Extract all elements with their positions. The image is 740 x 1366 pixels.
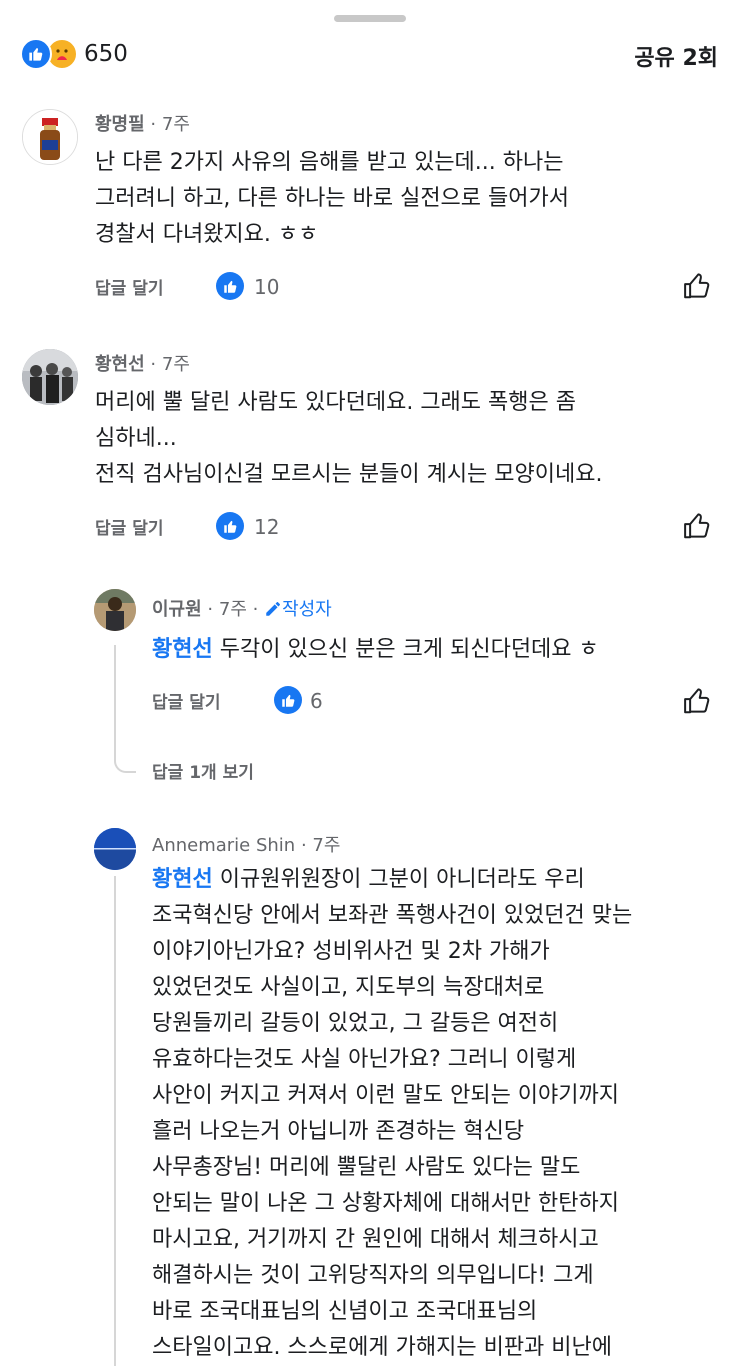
comment-line: 사무총장님! 머리에 뿔달린 사람도 있다는 말도 — [152, 1155, 581, 1180]
comment-meta: 황명필 · 7주 — [95, 110, 190, 136]
sheet-drag-handle[interactable] — [334, 15, 406, 22]
view-more-replies[interactable]: 답글 1개 보기 — [152, 758, 254, 783]
pencil-icon — [266, 602, 281, 616]
comment-line: 바로 조국대표님의 신념이고 조국대표님의 — [152, 1299, 538, 1324]
comment-text: 머리에 뿔 달린 사람도 있다던데요. 그래도 폭행은 좀 심하네... 전직 … — [95, 385, 602, 493]
comment-line: 전직 검사님이신걸 모르시는 분들이 계시는 모양이네요. — [95, 462, 603, 487]
comment-line: 유효하다는것도 사실 아닌가요? 그러니 이렇게 — [152, 1047, 577, 1072]
thread-line — [114, 876, 116, 1366]
comment-text: 난 다른 2가지 사유의 음해를 받고 있는데... 하나는 그러려니 하고, … — [95, 145, 569, 253]
comment-line: 마시고요, 거기까지 간 원인에 대해서 체크하시고 — [152, 1227, 599, 1252]
reply-button[interactable]: 답글 달기 — [95, 514, 163, 539]
comment-line: 머리에 뿔 달린 사람도 있다던데요. 그래도 폭행은 좀 — [95, 390, 576, 415]
like-count: 12 — [254, 515, 280, 539]
comment-line: 이규원위원장이 그분이 아니더라도 우리 — [212, 867, 585, 892]
comment-author[interactable]: 이규원 — [152, 599, 202, 620]
comment-line: 안되는 말이 나온 그 상황자체에 대해서만 한탄하지 — [152, 1191, 620, 1216]
comment-line: 스타일이고요. 스스로에게 가해지는 비판과 비난에 — [152, 1335, 613, 1360]
like-icon — [20, 38, 52, 70]
like-icon — [216, 512, 244, 540]
like-button-thumbs-up-icon[interactable] — [682, 686, 712, 716]
comment-author[interactable]: 황현선 — [95, 354, 145, 375]
reply-button[interactable]: 답글 달기 — [152, 688, 220, 713]
comment-line: 조국혁신당 안에서 보좌관 폭행사건이 있었던건 맞는 — [152, 903, 633, 928]
avatar[interactable] — [22, 109, 78, 165]
comment-meta: Annemarie Shin · 7주 — [152, 831, 340, 857]
comment-line: 사안이 커지고 커져서 이런 말도 안되는 이야기까지 — [152, 1083, 620, 1108]
comment-line: 있었던것도 사실이고, 지도부의 늑장대처로 — [152, 975, 545, 1000]
share-count[interactable]: 공유 2회 — [634, 40, 718, 72]
author-badge: 작성자 — [264, 599, 332, 620]
comment-line: 두각이 있으신 분은 크게 되신다던데요 ㅎ — [212, 637, 599, 662]
comment-meta: 이규원 · 7주 · 작성자 — [152, 595, 332, 621]
like-button-thumbs-up-icon[interactable] — [682, 271, 712, 301]
avatar[interactable] — [22, 349, 78, 405]
like-button-thumbs-up-icon[interactable] — [682, 511, 712, 541]
reaction-summary[interactable]: 650 — [20, 38, 128, 70]
avatar[interactable] — [94, 828, 136, 870]
reply-button[interactable]: 답글 달기 — [95, 274, 163, 299]
thread-line — [114, 645, 136, 773]
comment-line: 해결하시는 것이 고위당직자의 의무입니다! 그게 — [152, 1263, 594, 1288]
comment-meta: 황현선 · 7주 — [95, 350, 190, 376]
like-icon — [274, 686, 302, 714]
comment-line: 흘러 나오는거 아닙니까 존경하는 혁신당 — [152, 1119, 525, 1144]
comment-text: 황현선 이규원위원장이 그분이 아니더라도 우리 조국혁신당 안에서 보좌관 폭… — [152, 862, 632, 1366]
comment-time: · 7주 — [150, 354, 190, 375]
comment-time: · 7주 · — [207, 599, 259, 620]
comment-line: 경찰서 다녀왔지요. ㅎㅎ — [95, 222, 319, 247]
comment-time: · 7주 — [300, 835, 341, 856]
comment-line: 이야기아닌가요? 성비위사건 및 2차 가해가 — [152, 939, 550, 964]
comment-author[interactable]: Annemarie Shin — [152, 835, 295, 856]
comment-line: 심하네... — [95, 426, 177, 451]
comment-line: 그러려니 하고, 다른 하나는 바로 실전으로 들어가서 — [95, 186, 569, 211]
comment-text: 황현선 두각이 있으신 분은 크게 되신다던데요 ㅎ — [152, 632, 599, 668]
avatar[interactable] — [94, 589, 136, 631]
mention-link[interactable]: 황현선 — [152, 637, 213, 662]
like-icon — [216, 272, 244, 300]
mention-link[interactable]: 황현선 — [152, 867, 213, 892]
comment-line: 난 다른 2가지 사유의 음해를 받고 있는데... 하나는 — [95, 150, 564, 175]
comment-line: 당원들끼리 갈등이 있었고, 그 갈등은 여전히 — [152, 1011, 559, 1036]
like-count: 10 — [254, 275, 280, 299]
author-badge-label: 작성자 — [282, 599, 332, 620]
comment-time: · 7주 — [150, 114, 190, 135]
like-count: 6 — [310, 689, 323, 713]
comment-author[interactable]: 황명필 — [95, 114, 145, 135]
reaction-count: 650 — [84, 41, 128, 67]
